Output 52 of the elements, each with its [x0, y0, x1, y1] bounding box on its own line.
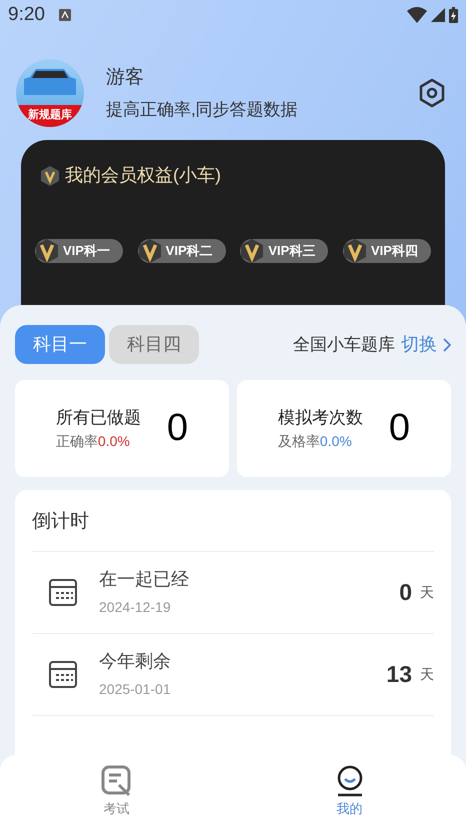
signal-icon — [431, 8, 445, 22]
calendar-icon — [49, 578, 77, 606]
calendar-icon — [49, 660, 77, 688]
settings-icon[interactable] — [418, 78, 446, 108]
countdown-label: 在一起已经 — [99, 568, 190, 591]
stat-count: 0 — [166, 406, 188, 451]
stat-count: 0 — [388, 406, 410, 451]
countdown-value: 13 — [386, 660, 412, 689]
profile-icon — [336, 765, 364, 797]
switch-bank-link[interactable]: 切换 — [401, 331, 451, 358]
vip-badge[interactable]: VIP科三 — [240, 239, 328, 263]
vip-icon — [240, 239, 264, 263]
stat-card[interactable]: 所有已做题 正确率0.0% 0 — [15, 380, 229, 477]
battery-icon — [449, 7, 458, 23]
rate-value: 0.0% — [320, 432, 352, 451]
vip-icon — [342, 239, 367, 263]
question-bank-label: 全国小车题库 — [293, 334, 395, 356]
subject-tab[interactable]: 科目四 — [109, 325, 199, 364]
vip-icon — [138, 239, 162, 263]
subject-tab[interactable]: 科目一 — [15, 325, 105, 364]
stat-card[interactable]: 模拟考次数 及格率0.0% 0 — [237, 380, 451, 477]
countdown-unit: 天 — [420, 664, 434, 684]
exam-icon — [100, 765, 132, 797]
vip-icon — [35, 239, 59, 263]
profile-subtitle: 提高正确率,同步答题数据 — [106, 98, 299, 120]
countdown-value: 0 — [399, 578, 412, 607]
vip-badge[interactable]: VIP科四 — [342, 239, 431, 263]
rate-label: 及格率 — [278, 432, 320, 451]
rate-label: 正确率 — [56, 432, 98, 451]
countdown-unit: 天 — [420, 582, 434, 602]
avatar[interactable]: 新规题库 — [16, 59, 84, 127]
vip-badge[interactable]: VIP科二 — [138, 239, 226, 263]
countdown-label: 今年剩余 — [99, 650, 172, 673]
status-time: 9:20 — [8, 2, 45, 27]
stat-title: 模拟考次数 — [278, 407, 363, 430]
vip-badge[interactable]: VIP科一 — [35, 239, 123, 263]
user-name: 游客 — [106, 66, 145, 90]
countdown-title: 倒计时 — [32, 490, 434, 552]
wifi-icon — [407, 7, 427, 23]
car-drawing — [22, 67, 78, 97]
nav-tab[interactable]: 我的 — [233, 755, 466, 828]
nav-tab[interactable]: 考试 — [0, 755, 233, 828]
vip-card[interactable]: 我的会员权益(小车) VIP科一 VIP科二 VIP科三 VIP科四 — [21, 140, 445, 305]
avatar-logo-text: 新规题库 — [16, 105, 84, 127]
vip-icon — [41, 166, 59, 186]
countdown-date: 2024-12-19 — [99, 598, 172, 617]
keyboard-icon — [58, 9, 71, 21]
countdown-date: 2025-01-01 — [99, 680, 172, 699]
chevron-right-icon — [443, 338, 451, 352]
vip-title: 我的会员权益(小车) — [65, 164, 221, 187]
stat-title: 所有已做题 — [56, 407, 141, 430]
rate-value: 0.0% — [98, 432, 130, 451]
